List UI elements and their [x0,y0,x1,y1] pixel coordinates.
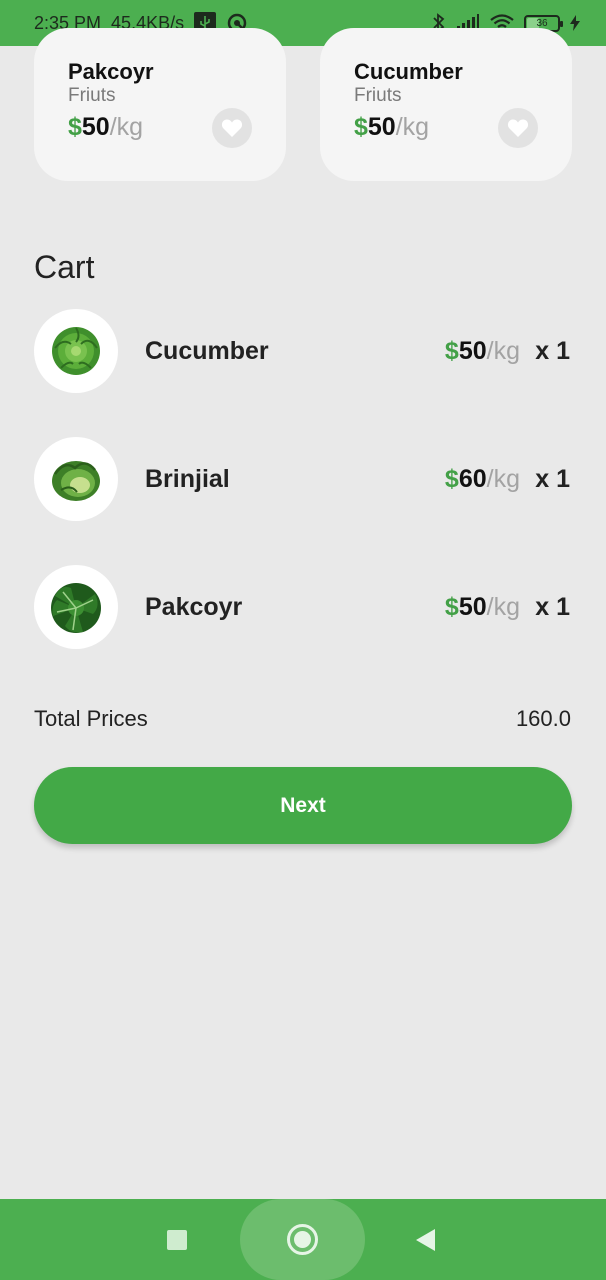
product-name: Cucumber [354,59,463,84]
cart-item-name: Pakcoyr [145,593,243,621]
battery-level: 36 [536,17,548,29]
next-button[interactable]: Next [34,767,572,844]
price-amount: 50 [458,337,487,365]
total-value: 160.0 [515,706,571,731]
product-category: Friuts [68,85,116,106]
heart-icon [507,119,529,137]
cart-item[interactable]: Cucumber $50/kg x 1 [0,309,606,393]
charging-icon [570,15,580,31]
cart-item-quantity: x 1 [535,593,570,621]
brinjial-thumbnail [34,437,118,521]
price-amount: 50 [458,593,487,621]
product-card[interactable]: Pakcoyr Friuts $50/kg [34,28,286,181]
total-label: Total Prices [34,706,148,731]
home-button[interactable] [287,1224,318,1255]
cucumber-thumbnail [34,309,118,393]
product-card[interactable]: Cucumber Friuts $50/kg [320,28,572,181]
back-button[interactable] [416,1229,435,1251]
pakcoyr-thumbnail [34,565,118,649]
price-amount: 60 [458,465,487,493]
navigation-bar [0,1199,606,1280]
price-unit: /kg [395,113,430,141]
product-price: $50/kg [68,113,143,142]
cart-item-name: Cucumber [145,337,269,365]
product-name: Pakcoyr [68,59,154,84]
price-amount: 50 [367,113,396,141]
cart-item-quantity: x 1 [535,337,570,365]
price-unit: /kg [486,593,520,621]
heart-icon [221,119,243,137]
price-unit: /kg [486,465,520,493]
favorite-button[interactable] [212,108,252,148]
currency-symbol: $ [444,337,459,365]
price-unit: /kg [109,113,144,141]
recents-button[interactable] [167,1230,187,1250]
currency-symbol: $ [444,593,459,621]
cart-item[interactable]: Brinjial $60/kg x 1 [0,437,606,521]
price-unit: /kg [486,337,520,365]
cart-item-price: $50/kg [445,337,520,366]
cart-item-price: $50/kg [445,593,520,622]
currency-symbol: $ [354,113,368,141]
cart-item-quantity: x 1 [535,465,570,493]
cart-item[interactable]: Pakcoyr $50/kg x 1 [0,565,606,649]
favorite-button[interactable] [498,108,538,148]
price-amount: 50 [81,113,110,141]
currency-symbol: $ [68,113,82,141]
product-category: Friuts [354,85,402,106]
cart-item-price: $60/kg [445,465,520,494]
currency-symbol: $ [444,465,459,493]
cart-title: Cart [34,249,95,285]
product-price: $50/kg [354,113,429,142]
cart-item-name: Brinjial [145,465,230,493]
